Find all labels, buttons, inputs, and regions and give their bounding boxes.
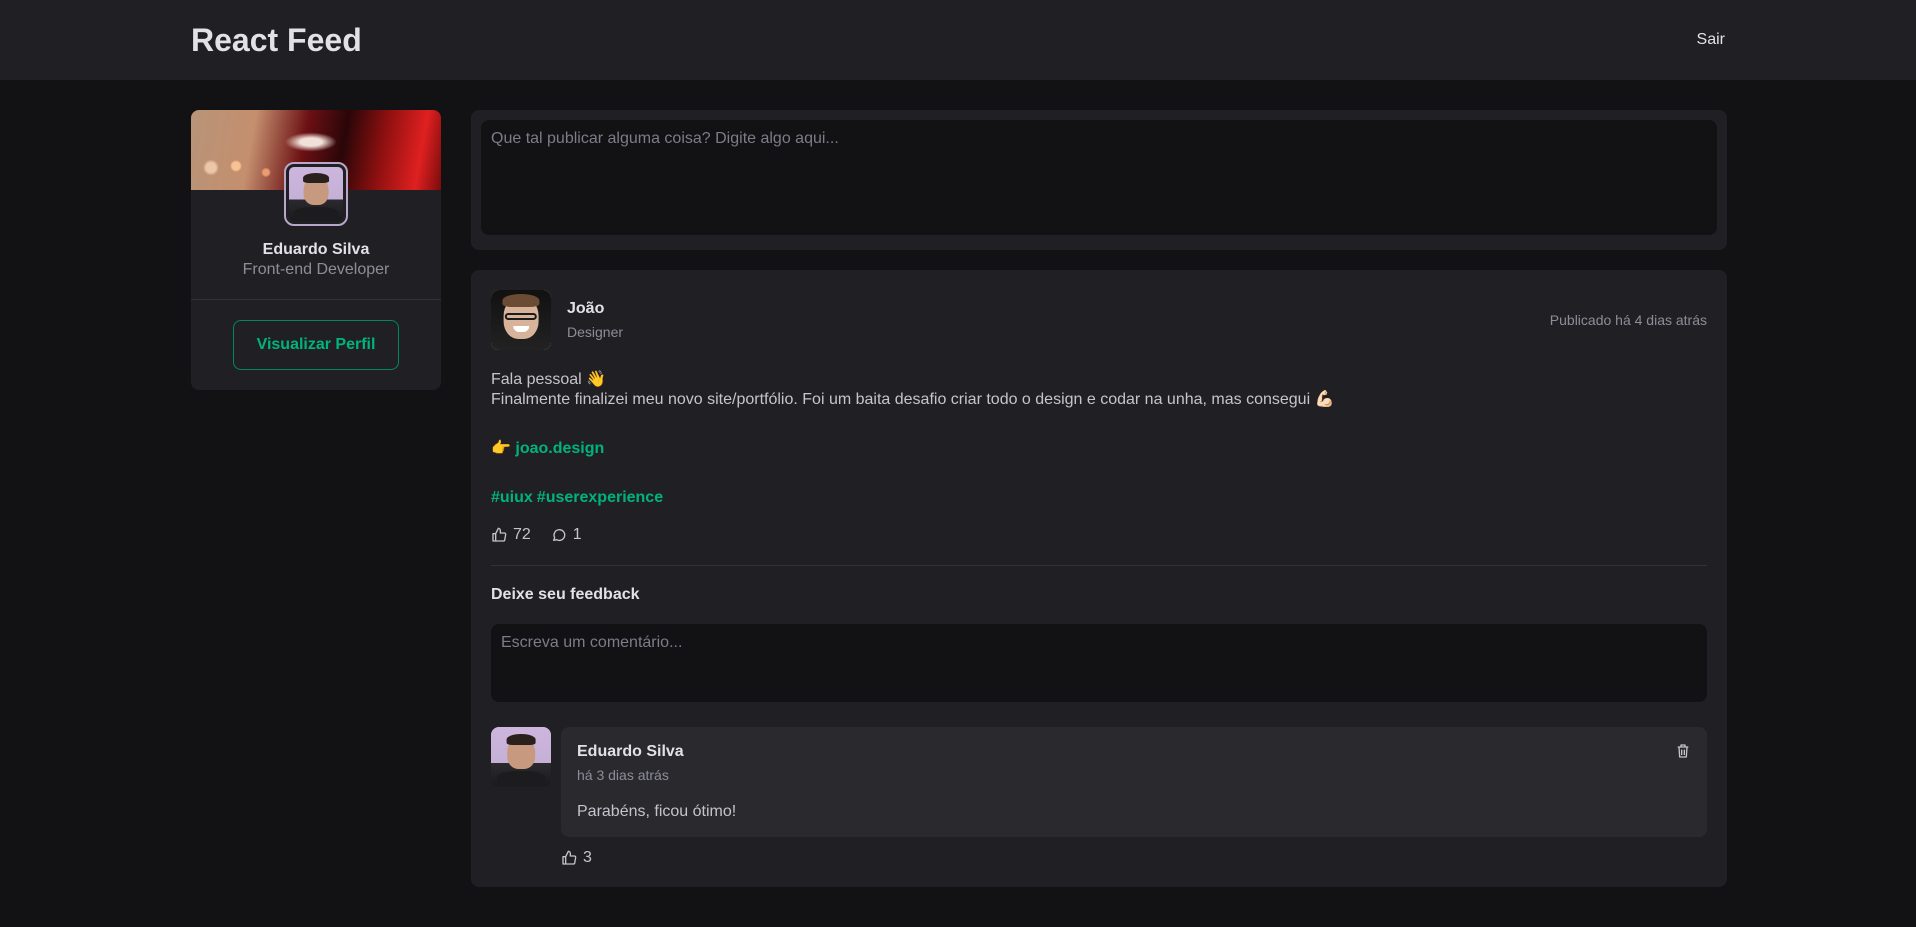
comment-button[interactable]: 1 [551, 526, 582, 544]
comment-count: 1 [572, 526, 582, 543]
profile-avatar[interactable] [284, 162, 348, 226]
hashtag-link[interactable]: #userexperience [537, 489, 663, 506]
like-button[interactable]: 72 [491, 526, 531, 544]
post-author-avatar[interactable] [491, 290, 551, 350]
feedback-title: Deixe seu feedback [491, 586, 640, 603]
comment-author-avatar[interactable] [491, 727, 551, 787]
post-line: Finalmente finalizei meu novo site/portf… [491, 391, 1335, 408]
post-card: João Designer Publicado há 4 dias atrás … [471, 270, 1727, 887]
profile-role: Front-end Developer [242, 261, 390, 279]
trash-icon [1677, 744, 1689, 758]
pointing-hand-emoji: 👉 [491, 440, 511, 457]
divider [491, 565, 1707, 566]
like-count: 72 [513, 526, 531, 543]
comment-box: Eduardo Silva há 3 dias atrás Parabéns, … [561, 727, 1707, 837]
app-title: React Feed [191, 21, 362, 58]
post-content: Fala pessoal 👋 Finalmente finalizei meu … [491, 370, 1707, 508]
thumbs-up-icon [562, 850, 577, 865]
chat-bubble-icon [552, 529, 566, 541]
post-author-name: João [567, 300, 605, 317]
delete-comment-button[interactable] [1675, 743, 1691, 764]
post-link[interactable]: joao.design [515, 440, 604, 457]
post-published-time: Publicado há 4 dias atrás [1549, 312, 1707, 328]
hashtag-link[interactable]: #uiux [491, 489, 533, 506]
post-composer [471, 110, 1727, 250]
comment-input[interactable] [491, 624, 1707, 702]
feed: João Designer Publicado há 4 dias atrás … [471, 110, 1727, 887]
app-header: React Feed Sair [0, 0, 1916, 80]
comment-author-name: Eduardo Silva [577, 743, 684, 760]
comment-like-button[interactable]: 3 [561, 849, 592, 867]
comment: Eduardo Silva há 3 dias atrás Parabéns, … [491, 727, 1707, 867]
profile-name: Eduardo Silva [262, 241, 370, 258]
page-layout: Eduardo Silva Front-end Developer Visual… [191, 110, 1727, 887]
logout-link[interactable]: Sair [1697, 31, 1725, 49]
comment-like-count: 3 [583, 849, 592, 866]
profile-sidebar: Eduardo Silva Front-end Developer Visual… [191, 110, 441, 391]
new-post-input[interactable] [481, 120, 1717, 235]
post-line: Fala pessoal 👋 [491, 371, 607, 388]
post-author-role: Designer [567, 324, 624, 340]
comment-form: Deixe seu feedback [491, 586, 1707, 707]
comment-text: Parabéns, ficou ótimo! [577, 803, 737, 820]
comment-time: há 3 dias atrás [577, 767, 669, 783]
thumbs-up-icon [492, 527, 507, 542]
view-profile-button[interactable]: Visualizar Perfil [233, 320, 399, 371]
post-actions: 72 1 [491, 526, 1707, 544]
